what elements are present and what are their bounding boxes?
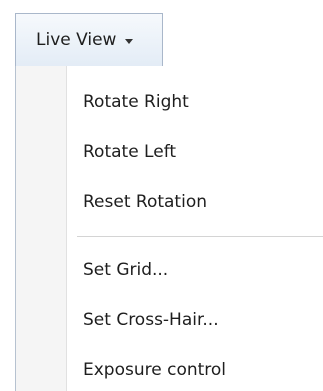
set-cross-hair-label: Set Cross-Hair... [83,310,219,330]
reset-rotation-label: Reset Rotation [83,192,207,212]
set-grid-item[interactable]: Set Grid... [67,246,323,294]
reset-rotation-item[interactable]: Reset Rotation [67,178,323,226]
live-view-label: Live View [36,30,117,50]
exposure-control-label: Exposure control [83,360,227,380]
live-view-dropdown: Rotate Right Rotate Left Reset Rotation … [15,66,323,391]
rotate-left-label: Rotate Left [83,142,177,162]
chevron-down-icon [125,38,134,44]
set-grid-label: Set Grid... [83,260,169,280]
live-view-menu-screen: Live View Rotate Right Rotate Left Reset… [0,0,323,391]
live-view-menu-button[interactable]: Live View [15,13,163,67]
rotate-right-item[interactable]: Rotate Right [67,78,323,126]
exposure-control-item[interactable]: Exposure control [67,346,323,391]
rotate-left-item[interactable]: Rotate Left [67,128,323,176]
menu-separator [77,236,323,237]
rotate-right-label: Rotate Right [83,92,189,112]
menu-icon-column [16,66,67,391]
set-cross-hair-item[interactable]: Set Cross-Hair... [67,296,323,344]
